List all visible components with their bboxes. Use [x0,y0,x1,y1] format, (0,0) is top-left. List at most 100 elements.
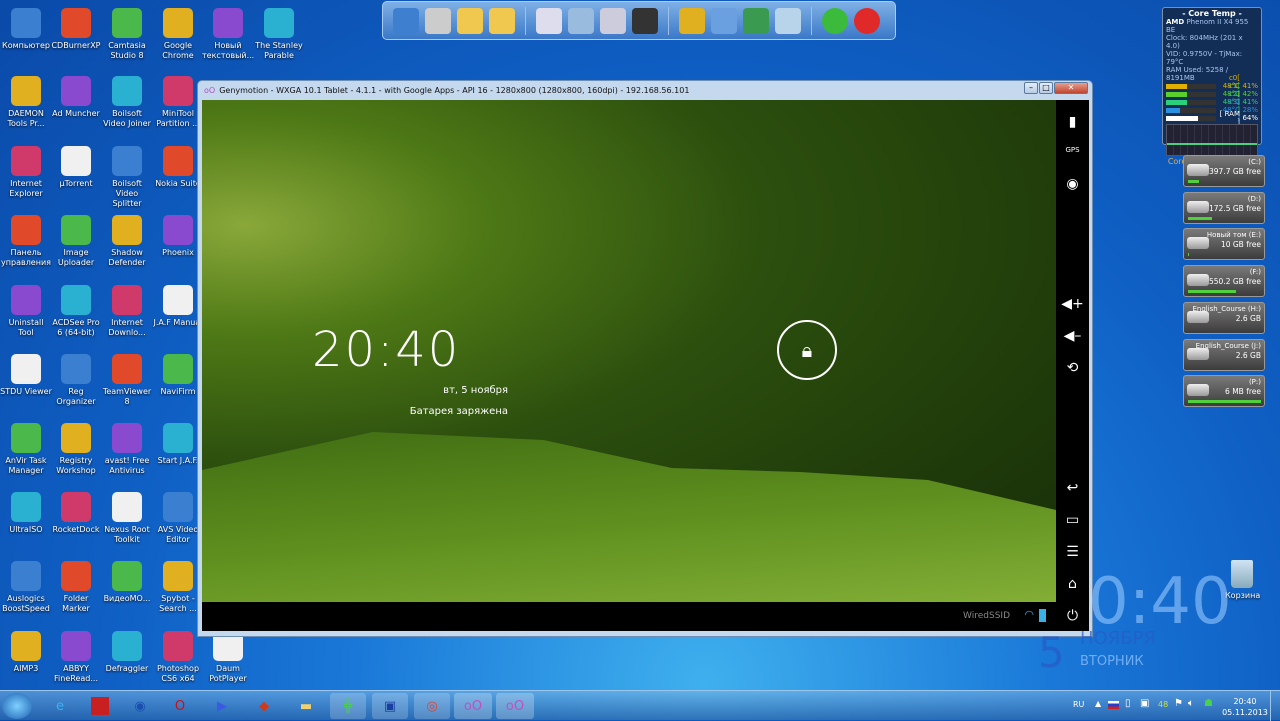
desktop-icon[interactable]: Новый текстовый... [202,8,254,61]
desktop-icon[interactable]: Uninstall Tool [0,285,52,338]
drive-gadget[interactable]: (F:) 550.2 GB free [1183,265,1265,298]
volume-down-icon[interactable]: ◀– [1056,328,1089,344]
folder-icon[interactable] [489,7,515,34]
desktop-icon[interactable]: Boilsoft Video Joiner [101,76,153,129]
show-hidden-icons[interactable]: ▲ [1095,699,1101,708]
pictures-icon[interactable] [568,7,594,34]
desktop-icon[interactable]: µTorrent [50,146,102,189]
gps-icon[interactable]: GPS [1056,146,1089,154]
desktop-icon[interactable]: Auslogics BoostSpeed [0,561,52,614]
minimize-button[interactable]: – [1024,82,1038,94]
ie-taskbar-icon[interactable]: e [42,693,78,719]
desktop-icon[interactable]: Internet Downlo... [101,285,153,338]
restart-icon[interactable] [822,7,848,34]
opera-icon[interactable]: O [162,693,198,719]
russia-flag-icon[interactable] [1108,701,1119,709]
menu-icon[interactable]: ☰ [1056,544,1089,560]
desktop-icon-label: Uninstall Tool [8,318,44,337]
back-icon[interactable]: ↩ [1056,480,1089,496]
power-icon[interactable] [854,7,880,34]
sync-icon[interactable]: ◉ [122,693,158,719]
desktop-icon[interactable]: TeamViewer 8 [101,354,153,407]
rocketdock-icon[interactable] [679,7,705,34]
desktop-icon[interactable]: Google Chrome [152,8,204,61]
network-tray-icon[interactable]: ▣ [1140,698,1149,709]
desktop-icon[interactable]: ВидеоМО... [101,561,153,604]
documents-icon[interactable] [536,7,562,34]
computer-icon[interactable] [393,7,419,34]
desktop-icon[interactable]: RocketDock [50,492,102,535]
android-tray-icon[interactable]: ☗ [1204,698,1213,709]
desktop-icon[interactable]: Ad Muncher [50,76,102,119]
home-icon[interactable]: ⌂ [1056,576,1089,592]
drive-icon[interactable] [425,7,451,34]
genymotion-taskbar-icon[interactable]: oO [454,693,492,719]
app-icon[interactable]: ╬ [330,693,366,719]
genymotion-taskbar-icon[interactable]: oO [496,693,534,719]
maximize-button[interactable]: □ [1039,82,1053,94]
desktop-icon[interactable]: Internet Explorer [0,146,52,199]
flag-icon[interactable]: ⚑ [1174,698,1183,709]
desktop-icon[interactable]: Folder Marker [50,561,102,614]
usage-bar [1188,290,1237,294]
desktop-icon-label: µTorrent [59,179,93,188]
network-icon[interactable] [743,7,769,34]
drive-gadget[interactable]: English_Course (H:) 2.6 GB [1183,301,1265,334]
chrome-icon[interactable]: ◎ [414,693,450,719]
rotate-icon[interactable]: ⟲ [1056,360,1089,376]
desktop-icon[interactable]: avast! Free Antivirus [101,423,153,476]
desktop-icon[interactable]: Reg Organizer [50,354,102,407]
control-panel-icon[interactable] [711,7,737,34]
desktop-icon[interactable]: Nexus Root Toolkit [101,492,153,545]
drive-gadget[interactable]: (C:) 397.7 GB free [1183,155,1265,187]
desktop-icon[interactable]: AnVir Task Manager [0,423,52,476]
explorer-icon[interactable]: ▬ [288,693,324,719]
desktop-icon[interactable]: Shadow Defender [101,215,153,268]
volume-up-icon[interactable]: ◀+ [1056,296,1089,312]
desktop-icon[interactable]: ACDSee Pro 6 (64-bit) [50,285,102,338]
drive-gadget[interactable]: (P:) 6 MB free [1183,375,1265,408]
volume-icon[interactable]: 🔈︎ [1188,698,1194,709]
desktop-icon[interactable]: Photoshop CS6 x64 [152,631,204,684]
unlock-handle[interactable]: 🔒︎ [777,320,837,380]
potplayer-icon[interactable]: ▶ [204,693,240,719]
desktop-icon[interactable]: Компьютер [0,8,52,51]
power-icon[interactable]: ⏻ [1056,608,1089,624]
core-load: 42% [1242,90,1258,98]
desktop-icon[interactable]: AIMP3 [0,631,52,674]
show-desktop-button[interactable] [1270,691,1280,721]
desktop-icon[interactable]: STDU Viewer [0,354,52,397]
language-indicator[interactable]: RU [1073,700,1084,709]
desktop-icon[interactable]: Image Uploader [50,215,102,268]
camera-icon[interactable]: ◉ [1056,176,1089,192]
start-button[interactable] [2,693,32,719]
recent-apps-icon[interactable]: ▭ [1056,512,1089,528]
desktop-icon[interactable]: Daum PotPlayer [202,631,254,684]
drive-gadget[interactable]: Новый том (E:) 10 GB free [1183,228,1265,261]
battery-tray-icon[interactable]: ▯ [1125,698,1131,709]
music-icon[interactable] [600,7,626,34]
core-temp-tray[interactable]: 48 [1158,700,1168,709]
desktop-icon[interactable]: Camtasia Studio 8 [101,8,153,61]
desktop-icon[interactable]: Registry Workshop [50,423,102,476]
close-button[interactable]: ✕ [1054,82,1088,94]
battery-icon[interactable]: ▮ [1056,114,1089,130]
save-icon[interactable]: ▣ [372,693,408,719]
recycle-bin-icon[interactable] [775,7,801,34]
desktop-icon[interactable]: Boilsoft Video Splitter [101,146,153,209]
folder-icon[interactable] [457,7,483,34]
title-bar[interactable]: oO Genymotion - WXGA 10.1 Tablet - 4.1.1… [198,81,1092,99]
videos-icon[interactable] [632,7,658,34]
desktop-icon[interactable]: CDBurnerXP [50,8,102,51]
desktop-icon[interactable]: The Stanley Parable [253,8,305,61]
drive-gadget[interactable]: English_Course (J:) 2.6 GB [1183,338,1265,371]
clock[interactable]: 20:40 05.11.2013 [1222,696,1268,718]
taskbar-app-icon[interactable] [91,697,109,715]
desktop-icon[interactable]: UltraISO [0,492,52,535]
drive-gadget[interactable]: (D:) 172.5 GB free [1183,191,1265,224]
desktop-icon[interactable]: DAEMON Tools Pr... [0,76,52,129]
desktop-icon[interactable]: Панель управления [0,215,52,268]
desktop-icon[interactable]: ABBYY FineRead... [50,631,102,684]
desktop-icon[interactable]: Defraggler [101,631,153,674]
app-icon[interactable]: ◆ [246,693,282,719]
